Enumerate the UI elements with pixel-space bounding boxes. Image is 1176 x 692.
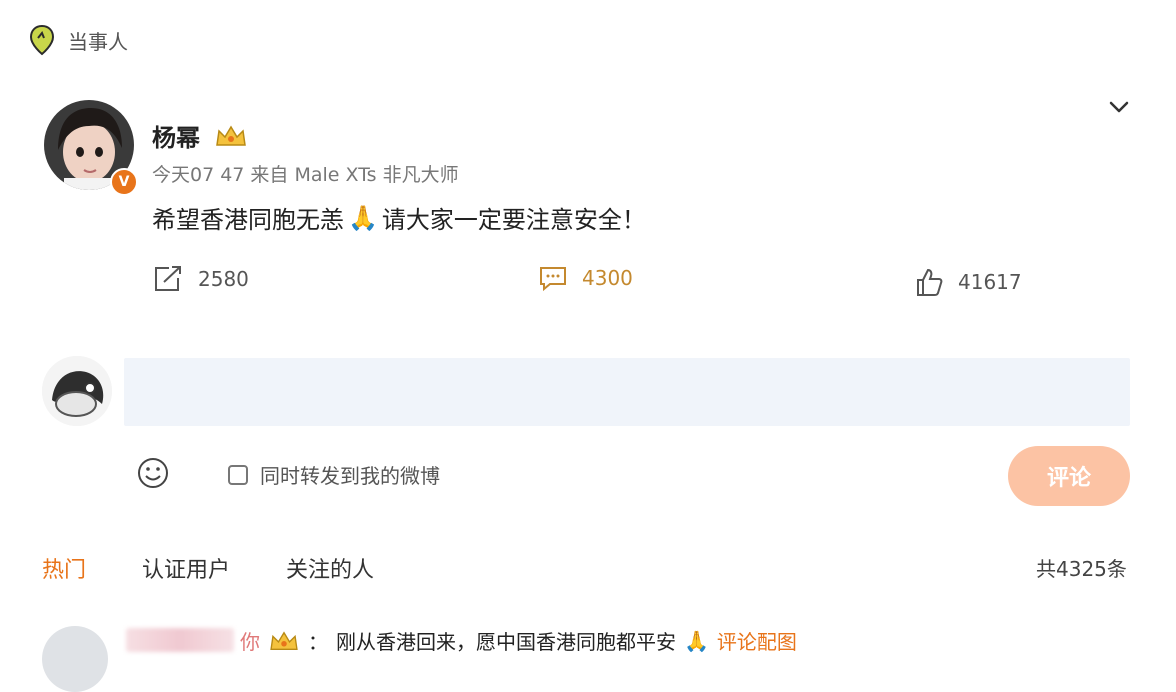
thumbs-up-icon <box>917 268 943 296</box>
comment-input[interactable] <box>124 358 1130 426</box>
topic-tag[interactable]: 当事人 <box>28 24 128 56</box>
submit-comment-button[interactable]: 评论 <box>1008 446 1130 506</box>
tab-verified-users[interactable]: 认证用户 <box>142 552 230 584</box>
tab-hot[interactable]: 热门 <box>42 552 86 584</box>
forward-checkbox[interactable] <box>228 464 248 485</box>
comment-item: 你 ： 刚从香港回来，愿中国香港同胞都平安 🙏 评论配图 <box>240 626 797 655</box>
commenter-name[interactable]: 你 <box>240 626 260 655</box>
post-text: 希望香港同胞无恙 🙏 请大家一定要注意安全！ <box>152 200 646 235</box>
post-text-part: 希望香港同胞无恙 <box>152 206 344 234</box>
comment-text: 刚从香港回来，愿中国香港同胞都平安 <box>336 630 676 654</box>
crown-badge-icon <box>270 630 298 650</box>
comment-separator: ： <box>308 630 328 654</box>
comment-icon <box>540 267 566 292</box>
verified-badge: V <box>110 168 138 196</box>
tab-following[interactable]: 关注的人 <box>286 552 374 584</box>
repost-button[interactable]: 2580 <box>152 264 249 294</box>
comment-image-link[interactable]: 评论配图 <box>717 626 797 655</box>
commenter-avatar[interactable] <box>42 626 108 692</box>
location-pin-icon <box>29 24 55 56</box>
comment-count: 4300 <box>582 266 633 290</box>
repost-count: 2580 <box>198 267 249 291</box>
forward-label: 同时转发到我的微博 <box>260 464 440 488</box>
post-text-part: 请大家一定要注意安全！ <box>381 206 646 234</box>
author-name[interactable]: 杨幂 <box>152 118 200 153</box>
like-count: 41617 <box>958 270 1022 294</box>
repost-icon <box>155 266 181 291</box>
my-avatar <box>42 356 112 426</box>
post-meta: 今天07 47 来自 Male XTs 非凡大师 <box>152 164 459 186</box>
like-button[interactable]: 41617 <box>914 266 1022 298</box>
comment-button[interactable]: 4300 <box>538 264 633 292</box>
total-count: 共4325条 <box>1036 557 1127 581</box>
crown-badge-icon <box>216 125 246 146</box>
topic-tag-label: 当事人 <box>68 29 128 54</box>
blurred-username <box>126 628 234 652</box>
forward-option[interactable]: 同时转发到我的微博 <box>228 460 440 489</box>
chevron-down-icon[interactable] <box>1104 92 1134 122</box>
pray-emoji-icon: 🙏 <box>348 203 378 232</box>
smiley-icon[interactable] <box>136 456 170 490</box>
pray-emoji-icon: 🙏 <box>684 628 709 653</box>
comment-tabs: 热门 认证用户 关注的人 <box>42 552 374 584</box>
